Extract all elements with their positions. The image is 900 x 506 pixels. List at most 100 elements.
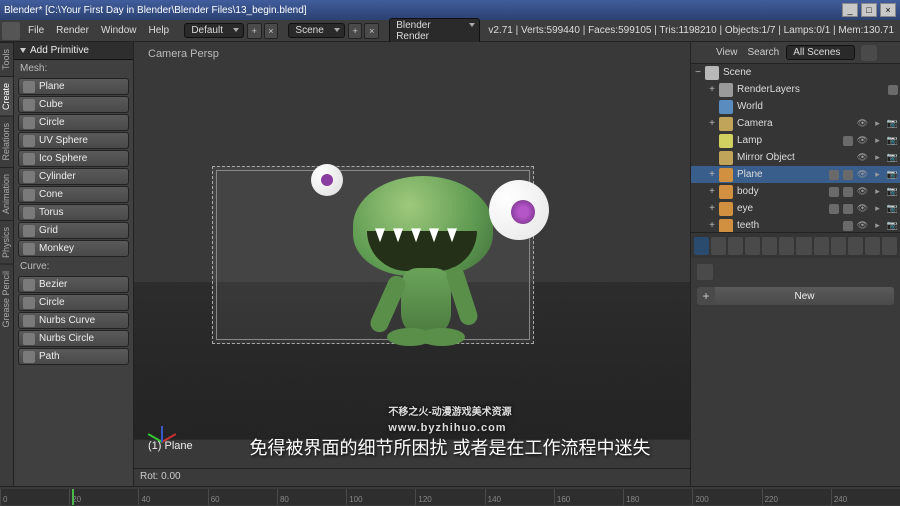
visibility-toggle[interactable]: 👁: [856, 151, 869, 164]
add-cylinder-button[interactable]: Cylinder: [18, 168, 129, 185]
outliner-item-mirror-object[interactable]: Mirror Object👁▸📷: [691, 149, 900, 166]
tab-create[interactable]: Create: [0, 76, 13, 116]
outliner-item-scene[interactable]: −Scene: [691, 64, 900, 81]
add-primitive-header[interactable]: Add Primitive: [14, 42, 133, 60]
expand-icon[interactable]: +: [707, 203, 717, 214]
add-grid-button[interactable]: Grid: [18, 222, 129, 239]
mesh-object-monster[interactable]: [323, 166, 543, 366]
renderable-toggle[interactable]: 📷: [886, 185, 899, 198]
renderable-toggle[interactable]: 📷: [886, 219, 899, 232]
selectable-toggle[interactable]: ▸: [871, 134, 884, 147]
scene-dropdown[interactable]: Scene: [288, 23, 344, 38]
add-circle-button[interactable]: Circle: [18, 114, 129, 131]
expand-icon[interactable]: +: [707, 186, 717, 197]
selectable-toggle[interactable]: ▸: [871, 168, 884, 181]
expand-icon[interactable]: +: [707, 169, 717, 180]
add-uv-sphere-button[interactable]: UV Sphere: [18, 132, 129, 149]
delete-scene-button[interactable]: ×: [364, 23, 379, 39]
add-plane-button[interactable]: Plane: [18, 78, 129, 95]
outliner-item-world[interactable]: World: [691, 98, 900, 115]
add-path-button[interactable]: Path: [18, 348, 129, 365]
outliner-tree[interactable]: −Scene+RenderLayersWorld+Camera👁▸📷Lamp👁▸…: [691, 64, 900, 232]
menu-help[interactable]: Help: [143, 25, 176, 36]
render-engine-dropdown[interactable]: Blender Render: [389, 18, 480, 44]
prop-tab-texture[interactable]: [848, 237, 863, 255]
visibility-toggle[interactable]: 👁: [856, 134, 869, 147]
window-minimize-button[interactable]: _: [842, 3, 858, 17]
selectable-toggle[interactable]: ▸: [871, 151, 884, 164]
outliner-item-eye[interactable]: +eye👁▸📷: [691, 200, 900, 217]
expand-icon[interactable]: +: [707, 220, 717, 231]
add-ico-sphere-button[interactable]: Ico Sphere: [18, 150, 129, 167]
prop-tab-scene[interactable]: [728, 237, 743, 255]
add-scene-button[interactable]: +: [348, 23, 363, 39]
visibility-toggle[interactable]: 👁: [856, 219, 869, 232]
tab-animation[interactable]: Animation: [0, 167, 13, 220]
prop-tab-material[interactable]: [831, 237, 846, 255]
prop-tab-object[interactable]: [762, 237, 777, 255]
tab-relations[interactable]: Relations: [0, 116, 13, 167]
outliner-item-plane[interactable]: +Plane👁▸📷: [691, 166, 900, 183]
window-maximize-button[interactable]: □: [861, 3, 877, 17]
outliner-display-mode[interactable]: All Scenes: [786, 45, 855, 60]
expand-icon[interactable]: +: [707, 118, 717, 129]
add-cone-button[interactable]: Cone: [18, 186, 129, 203]
prop-tab-modifiers[interactable]: [796, 237, 811, 255]
prop-tab-physics[interactable]: [882, 237, 897, 255]
add-bezier-button[interactable]: Bezier: [18, 276, 129, 293]
prop-tab-data[interactable]: [814, 237, 829, 255]
selectable-toggle[interactable]: ▸: [871, 117, 884, 130]
outliner-search-icon[interactable]: [861, 45, 877, 61]
add-nurbs-curve-button[interactable]: Nurbs Curve: [18, 312, 129, 329]
add-layout-button[interactable]: +: [247, 23, 262, 39]
outliner-search-menu[interactable]: Search: [743, 47, 785, 58]
menu-file[interactable]: File: [22, 25, 50, 36]
visibility-toggle[interactable]: 👁: [856, 202, 869, 215]
expand-icon[interactable]: −: [693, 67, 703, 78]
menu-render[interactable]: Render: [50, 25, 95, 36]
add-torus-button[interactable]: Torus: [18, 204, 129, 221]
add-nurbs-circle-button[interactable]: Nurbs Circle: [18, 330, 129, 347]
selectable-toggle[interactable]: ▸: [871, 185, 884, 198]
renderable-toggle[interactable]: 📷: [886, 202, 899, 215]
prop-tab-constraints[interactable]: [779, 237, 794, 255]
prop-tab-particles[interactable]: [865, 237, 880, 255]
visibility-toggle[interactable]: 👁: [856, 185, 869, 198]
prop-tab-world[interactable]: [745, 237, 760, 255]
menu-window[interactable]: Window: [95, 25, 143, 36]
material-browse-button[interactable]: +: [697, 287, 715, 305]
renderable-toggle[interactable]: 📷: [886, 168, 899, 181]
outliner-item-body[interactable]: +body👁▸📷: [691, 183, 900, 200]
outliner-item-lamp[interactable]: Lamp👁▸📷: [691, 132, 900, 149]
renderable-toggle[interactable]: 📷: [886, 151, 899, 164]
timeline-cursor[interactable]: [72, 489, 74, 505]
visibility-toggle[interactable]: 👁: [856, 168, 869, 181]
selectable-toggle[interactable]: ▸: [871, 202, 884, 215]
outliner-item-camera[interactable]: +Camera👁▸📷: [691, 115, 900, 132]
prop-tab-render-layers[interactable]: [711, 237, 726, 255]
new-material-button[interactable]: New: [715, 287, 894, 305]
delete-layout-button[interactable]: ×: [264, 23, 279, 39]
renderable-toggle[interactable]: 📷: [886, 134, 899, 147]
prop-tab-render[interactable]: [694, 237, 709, 255]
editor-type-icon[interactable]: [2, 22, 20, 40]
outliner-item-renderlayers[interactable]: +RenderLayers: [691, 81, 900, 98]
expand-icon[interactable]: +: [707, 84, 717, 95]
renderable-toggle[interactable]: 📷: [886, 117, 899, 130]
pin-icon[interactable]: [697, 264, 713, 280]
screen-layout-dropdown[interactable]: Default: [184, 23, 244, 38]
selectable-toggle[interactable]: ▸: [871, 219, 884, 232]
viewport-header[interactable]: Rot: 0.00: [134, 468, 690, 486]
add-circle-button[interactable]: Circle: [18, 294, 129, 311]
tab-tools[interactable]: Tools: [0, 42, 13, 76]
tab-physics[interactable]: Physics: [0, 220, 13, 264]
tab-grease-pencil[interactable]: Grease Pencil: [0, 264, 13, 334]
add-cube-button[interactable]: Cube: [18, 96, 129, 113]
visibility-toggle[interactable]: 👁: [856, 117, 869, 130]
outliner-editor-icon[interactable]: [695, 45, 711, 61]
outliner-view-menu[interactable]: View: [711, 47, 743, 58]
timeline-editor[interactable]: 020406080100120140160180200220240: [0, 486, 900, 506]
add-monkey-button[interactable]: Monkey: [18, 240, 129, 257]
outliner-item-teeth[interactable]: +teeth👁▸📷: [691, 217, 900, 232]
window-close-button[interactable]: ×: [880, 3, 896, 17]
